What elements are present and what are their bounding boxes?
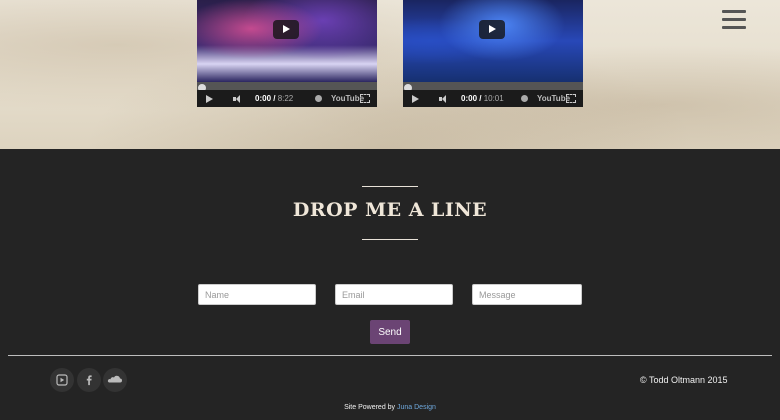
play-overlay-icon[interactable] [479,20,505,39]
footer-divider [8,355,772,356]
duration: 10:01 [483,94,504,103]
player-controls: 0:00 / 8:22 YouTube [197,90,377,107]
powered-by-text: Site Powered by Juna Design [0,404,780,411]
designer-link[interactable]: Juna Design [397,404,436,411]
fullscreen-icon[interactable] [360,94,370,103]
info-icon[interactable] [315,95,322,102]
copyright-text: © Todd Oltmann 2015 [640,375,728,385]
play-icon[interactable] [412,95,419,103]
heading-rule-bottom [362,239,418,240]
current-time: 0:00 [461,94,478,103]
video-player[interactable]: 0:00 / 8:22 YouTube [197,0,377,107]
email-field[interactable] [335,284,453,305]
powered-by-prefix: Site Powered by [344,404,397,411]
soundcloud-icon[interactable] [103,368,127,392]
progress-bar[interactable] [403,82,583,90]
section-heading: DROP ME A LINE [292,199,488,221]
volume-icon[interactable] [439,95,450,103]
hamburger-menu-icon[interactable] [720,10,748,32]
current-time: 0:00 [255,94,272,103]
play-overlay-icon[interactable] [273,20,299,39]
time-display: 0:00 / 10:01 [461,94,504,103]
video-thumbnail[interactable] [403,0,583,82]
video-player[interactable]: 0:00 / 10:01 YouTube [403,0,583,107]
progress-bar[interactable] [197,82,377,90]
facebook-icon[interactable] [77,368,101,392]
volume-icon[interactable] [233,95,244,103]
send-button[interactable]: Send [370,320,410,344]
time-display: 0:00 / 8:22 [255,94,294,103]
paper-background [0,0,780,149]
message-field[interactable] [472,284,582,305]
youtube-icon[interactable] [50,368,74,392]
duration: 8:22 [277,94,294,103]
heading-rule-top [362,186,418,187]
info-icon[interactable] [521,95,528,102]
video-thumbnail[interactable] [197,0,377,82]
name-field[interactable] [198,284,316,305]
fullscreen-icon[interactable] [566,94,576,103]
play-icon[interactable] [206,95,213,103]
player-controls: 0:00 / 10:01 YouTube [403,90,583,107]
